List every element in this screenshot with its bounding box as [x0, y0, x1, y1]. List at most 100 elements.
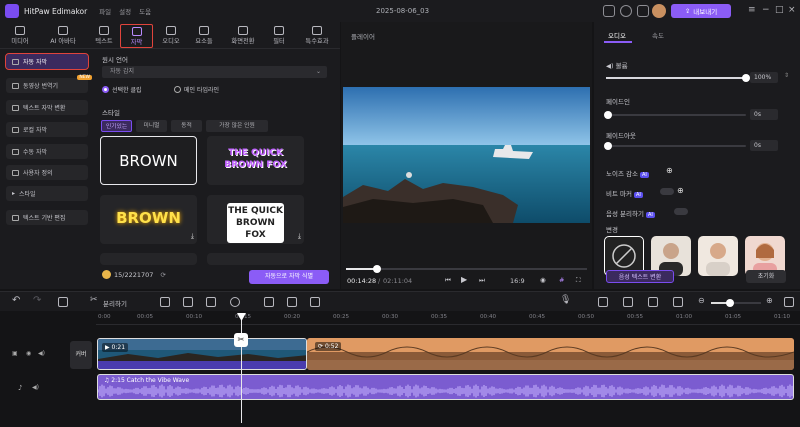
menu-file[interactable]: 파일	[99, 6, 111, 16]
style-sample-2[interactable]: THE QUICK BROWN FOX	[207, 136, 304, 185]
insert-icon[interactable]	[264, 297, 274, 307]
speaker-icon[interactable]: ◀)	[32, 384, 39, 391]
maximize-icon[interactable]: □	[775, 5, 784, 15]
scissors-icon[interactable]: ✂	[90, 295, 98, 305]
grid-icon[interactable]: #	[559, 276, 564, 284]
volume-slider[interactable]	[606, 74, 750, 82]
tool-media[interactable]: 미디어	[4, 24, 36, 48]
style-sample-3[interactable]: BROWN ⤓	[100, 195, 197, 244]
sidebar-item-video-translator[interactable]: 동영상 번역기 NEW	[6, 75, 92, 93]
zoom-out-icon[interactable]: ⊖	[698, 296, 705, 305]
cover-button[interactable]: 커버	[70, 341, 92, 369]
video-clip-1[interactable]: ▶ 0:21	[97, 338, 307, 370]
zoom-handle[interactable]	[726, 299, 734, 307]
redo-icon[interactable]: ↷	[33, 295, 41, 306]
refresh-icon[interactable]: ⟳	[160, 271, 165, 279]
link-icon[interactable]	[598, 297, 608, 307]
tool-audio[interactable]: 오디오	[155, 24, 187, 48]
text-tool-icon[interactable]	[183, 297, 193, 307]
fit-icon[interactable]	[784, 297, 794, 307]
style-sample-4[interactable]: THE QUICK BROWN FOX ⤓	[207, 195, 304, 244]
menu-help[interactable]: 도움	[139, 6, 151, 16]
speaker-icon[interactable]: ◀)	[38, 350, 45, 357]
volume-value[interactable]: 100%	[750, 72, 778, 83]
tool-effects[interactable]: 특수효과	[298, 24, 336, 48]
delete-icon[interactable]	[58, 297, 68, 307]
camera-icon[interactable]: ◉	[540, 276, 546, 284]
progress-track[interactable]	[346, 265, 587, 273]
ripple-icon[interactable]	[673, 297, 683, 307]
sidebar-item-text-to-subtitle[interactable]: 텍스트 자막 변환	[6, 100, 88, 115]
voice-avatar-2[interactable]	[698, 236, 738, 276]
export-frame-icon[interactable]	[287, 297, 297, 307]
snap-icon[interactable]	[648, 297, 658, 307]
audio-clip[interactable]: ♫ 2:15 Catch the Vibe Wave	[97, 374, 794, 400]
tool-text[interactable]: 텍스트	[88, 24, 120, 48]
timeline-ruler[interactable]: 0:0000:0500:1000:1500:2000:2500:3000:350…	[96, 311, 800, 325]
speed-icon[interactable]	[230, 297, 240, 307]
volume-handle[interactable]	[742, 74, 750, 82]
fade-in-value[interactable]: 0s	[750, 109, 778, 120]
tool-subtitle[interactable]: 자막	[120, 24, 153, 48]
sidebar-item-style[interactable]: ▸ 스타일	[6, 186, 88, 201]
lock-icon[interactable]: ▣	[12, 350, 18, 357]
next-frame-icon[interactable]: ⏭	[479, 276, 485, 285]
stepper-icon[interactable]: ⇕	[784, 72, 789, 79]
style-sample-6[interactable]	[207, 253, 304, 265]
tab-audio[interactable]: 오디오	[608, 30, 626, 40]
video-preview[interactable]	[343, 87, 590, 223]
style-tab-minimal[interactable]: 미니멀	[136, 120, 167, 132]
style-tab-dynamic[interactable]: 동적	[171, 120, 202, 132]
mail-icon[interactable]	[637, 5, 649, 17]
playhead[interactable]: ✂	[234, 313, 248, 423]
sidebar-item-manual-subtitle[interactable]: 수동 자막	[6, 144, 88, 159]
tool-filter[interactable]: 필터	[266, 24, 292, 48]
fade-in-slider[interactable]	[604, 111, 746, 119]
microphone-icon[interactable]: 🎙	[560, 295, 571, 305]
alert-icon[interactable]	[620, 5, 632, 17]
video-clip-2[interactable]: ⟳ 0:52	[307, 338, 794, 370]
close-icon[interactable]: ×	[788, 5, 796, 15]
radio-main-timeline[interactable]: 메인 타임라인	[174, 85, 219, 94]
panel-icon[interactable]	[603, 5, 615, 17]
download-icon[interactable]: ⊕	[666, 166, 673, 175]
text-to-speech-button[interactable]: 음성 텍스트 변환	[606, 270, 674, 283]
export-button[interactable]: ⇪ 내보내기	[671, 4, 731, 18]
download-icon[interactable]: ⤓	[191, 232, 194, 241]
split-label[interactable]: 분리하기	[103, 298, 127, 308]
sidebar-item-text-edit[interactable]: 텍스트 기반 편집	[6, 210, 88, 225]
eye-icon[interactable]: ◉	[26, 350, 31, 357]
fade-in-handle[interactable]	[604, 111, 612, 119]
user-avatar[interactable]	[652, 4, 666, 18]
magnet-icon[interactable]	[623, 297, 633, 307]
tab-speed[interactable]: 속도	[652, 30, 664, 40]
layer-icon[interactable]	[310, 297, 320, 307]
beat-marker-toggle[interactable]	[660, 188, 674, 195]
freeze-icon[interactable]	[160, 297, 170, 307]
aspect-ratio-select[interactable]: 16:9	[510, 277, 525, 285]
auto-subtitle-button[interactable]: 자동으로 자막 식별	[249, 270, 329, 284]
fullscreen-icon[interactable]: ⛶	[576, 276, 581, 285]
style-tab-most-used[interactable]: 가장 많은 인원	[206, 120, 268, 132]
language-select[interactable]: 자동 감지 ⌄	[102, 66, 327, 78]
zoom-slider[interactable]	[711, 299, 761, 307]
tool-elements[interactable]: 요소들	[188, 24, 220, 48]
sidebar-item-auto-subtitle[interactable]: 자동 자막	[5, 53, 89, 70]
download-icon[interactable]: ⊕	[677, 186, 684, 195]
crop-icon[interactable]	[206, 297, 216, 307]
play-icon[interactable]: ▶	[461, 275, 467, 284]
menu-icon[interactable]: ≡	[748, 5, 756, 15]
sidebar-item-custom[interactable]: 사용자 정의	[6, 165, 88, 180]
tool-ai-avatar[interactable]: AI 아바타	[43, 24, 83, 48]
previous-frame-icon[interactable]: ⏮	[445, 276, 451, 285]
style-tab-popular[interactable]: 인기있는	[101, 120, 132, 132]
style-sample-1[interactable]: BROWN	[100, 136, 197, 185]
radio-selected-clip[interactable]: 선택한 클립	[102, 85, 142, 94]
download-icon[interactable]: ⤓	[298, 232, 301, 241]
tool-transition[interactable]: 화면전환	[224, 24, 262, 48]
minimize-icon[interactable]: −	[762, 5, 770, 15]
style-sample-5[interactable]	[100, 253, 197, 265]
fade-out-slider[interactable]	[604, 142, 746, 150]
fade-out-value[interactable]: 0s	[750, 140, 778, 151]
zoom-in-icon[interactable]: ⊕	[766, 296, 773, 305]
